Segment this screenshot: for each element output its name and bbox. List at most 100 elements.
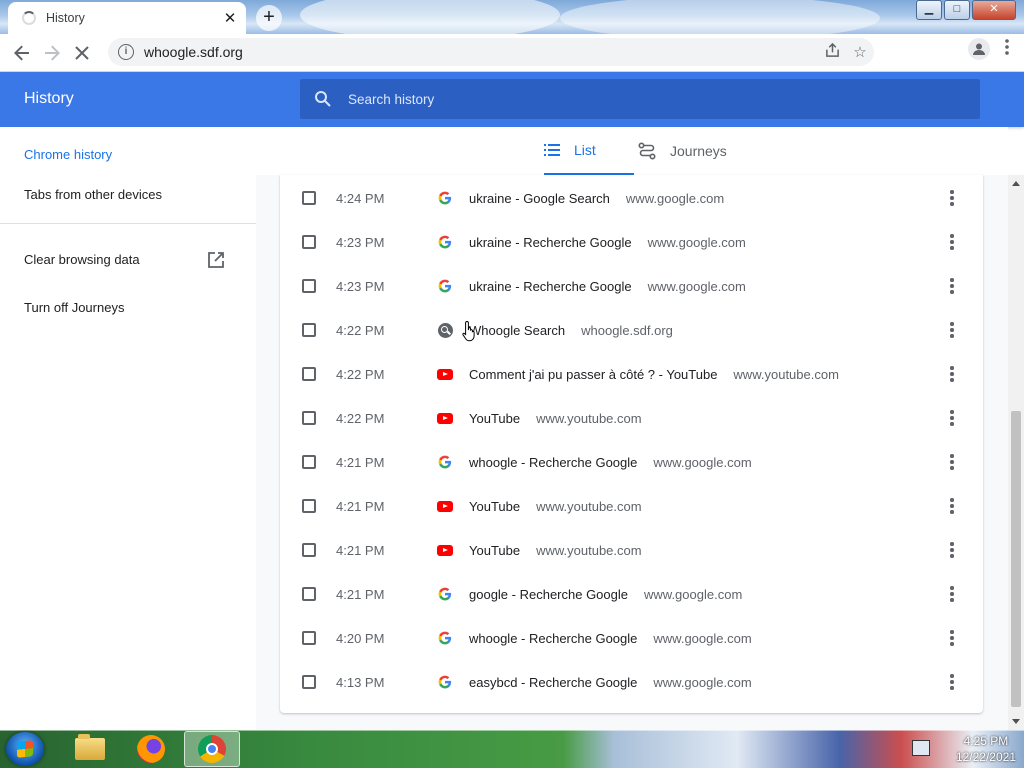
history-link[interactable]: whoogle - Recherche Google www.google.com <box>469 455 752 470</box>
tab-close-icon[interactable]: ✕ <box>220 9 240 27</box>
forward-button[interactable] <box>37 38 67 68</box>
history-row[interactable]: 4:21 PM whoogle - Recherche Google www.goo… <box>280 440 983 484</box>
visit-time: 4:22 PM <box>336 410 385 426</box>
url-text[interactable]: whoogle.sdf.org <box>144 44 818 60</box>
browser-tab[interactable]: History ✕ <box>8 2 246 34</box>
chrome-menu-button[interactable] <box>1000 38 1014 60</box>
scroll-down-icon[interactable] <box>1012 719 1020 724</box>
more-actions-icon[interactable] <box>944 450 960 474</box>
list-icon <box>544 144 560 156</box>
row-checkbox[interactable] <box>302 279 316 293</box>
history-link[interactable]: easybcd - Recherche Google www.google.com <box>469 675 752 690</box>
more-actions-icon[interactable] <box>944 274 960 298</box>
more-actions-icon[interactable] <box>944 670 960 694</box>
start-button[interactable] <box>6 732 44 766</box>
row-checkbox[interactable] <box>302 631 316 645</box>
history-row[interactable]: 4:23 PM ukraine - Recherche Google www.goo… <box>280 220 983 264</box>
page-title-text[interactable]: Whoogle Search <box>469 323 565 338</box>
history-row[interactable]: 4:22 PM YouTube www.youtube.com <box>280 396 983 440</box>
taskbar-explorer[interactable] <box>62 731 118 767</box>
history-link[interactable]: YouTube www.youtube.com <box>469 499 642 514</box>
history-row[interactable]: 4:21 PM YouTube www.youtube.com <box>280 528 983 572</box>
history-row[interactable]: 4:21 PM google - Recherche Google www.goog… <box>280 572 983 616</box>
row-checkbox[interactable] <box>302 367 316 381</box>
row-checkbox[interactable] <box>302 543 316 557</box>
history-link[interactable]: Whoogle Search whoogle.sdf.org <box>469 323 673 338</box>
visit-time: 4:23 PM <box>336 234 385 250</box>
sidebar-item-clear-browsing-data[interactable]: Clear browsing data <box>24 252 140 267</box>
history-row[interactable]: 4:21 PM YouTube www.youtube.com <box>280 484 983 528</box>
address-bar[interactable]: i whoogle.sdf.org ☆ <box>108 38 874 66</box>
clock[interactable]: 4:25 PM 12/22/2021 <box>956 733 1016 765</box>
taskbar-firefox[interactable] <box>123 731 179 767</box>
history-row[interactable]: 4:23 PM ukraine - Recherche Google www.goo… <box>280 264 983 308</box>
history-row[interactable]: 4:22 PM Whoogle Search whoogle.sdf.org <box>280 308 983 352</box>
site-info-icon[interactable]: i <box>118 44 134 60</box>
page-title-text[interactable]: google - Recherche Google <box>469 587 628 602</box>
page-title-text[interactable]: YouTube <box>469 499 520 514</box>
row-checkbox[interactable] <box>302 323 316 337</box>
history-link[interactable]: YouTube www.youtube.com <box>469 411 642 426</box>
sidebar-item-chrome-history[interactable]: Chrome history <box>24 147 112 162</box>
row-checkbox[interactable] <box>302 191 316 205</box>
stop-button[interactable] <box>67 38 97 68</box>
history-link[interactable]: google - Recherche Google www.google.com <box>469 587 742 602</box>
more-actions-icon[interactable] <box>944 626 960 650</box>
more-actions-icon[interactable] <box>944 362 960 386</box>
more-actions-icon[interactable] <box>944 230 960 254</box>
sidebar-item-turn-off-journeys[interactable]: Turn off Journeys <box>24 300 124 315</box>
search-history-bar[interactable] <box>300 79 980 119</box>
page-title-text[interactable]: Comment j'ai pu passer à côté ? - YouTub… <box>469 367 717 382</box>
history-link[interactable]: Comment j'ai pu passer à côté ? - YouTub… <box>469 367 839 382</box>
taskbar-chrome[interactable] <box>184 731 240 767</box>
profile-button[interactable] <box>968 38 990 60</box>
page-title-text[interactable]: YouTube <box>469 411 520 426</box>
sidebar-item-tabs-from-other-devices[interactable]: Tabs from other devices <box>24 187 162 202</box>
page-scrollbar[interactable] <box>1008 175 1024 730</box>
tab-journeys[interactable]: Journeys <box>638 127 727 175</box>
history-row[interactable]: 4:20 PM whoogle - Recherche Google www.goo… <box>280 616 983 660</box>
history-link[interactable]: ukraine - Recherche Google www.google.com <box>469 279 746 294</box>
more-actions-icon[interactable] <box>944 582 960 606</box>
minimize-button[interactable]: ▁ <box>916 0 942 20</box>
open-in-new-icon[interactable] <box>207 251 225 269</box>
row-checkbox[interactable] <box>302 455 316 469</box>
more-actions-icon[interactable] <box>944 538 960 562</box>
tab-list[interactable]: List <box>544 127 634 175</box>
history-row[interactable]: 4:22 PM Comment j'ai pu passer à côté ? -… <box>280 352 983 396</box>
row-checkbox[interactable] <box>302 411 316 425</box>
page-title-text[interactable]: ukraine - Google Search <box>469 191 610 206</box>
history-link[interactable]: whoogle - Recherche Google www.google.com <box>469 631 752 646</box>
page-title-text[interactable]: easybcd - Recherche Google <box>469 675 637 690</box>
row-checkbox[interactable] <box>302 235 316 249</box>
scrollbar-thumb[interactable] <box>1011 411 1021 707</box>
network-icon[interactable] <box>912 740 930 756</box>
more-actions-icon[interactable] <box>944 318 960 342</box>
clock-date: 12/22/2021 <box>955 750 1016 764</box>
maximize-button[interactable]: □ <box>944 0 970 20</box>
row-checkbox[interactable] <box>302 587 316 601</box>
page-title-text[interactable]: ukraine - Recherche Google <box>469 279 632 294</box>
history-link[interactable]: ukraine - Google Search www.google.com <box>469 191 724 206</box>
more-actions-icon[interactable] <box>944 186 960 210</box>
more-actions-icon[interactable] <box>944 406 960 430</box>
more-actions-icon[interactable] <box>944 494 960 518</box>
history-link[interactable]: YouTube www.youtube.com <box>469 543 642 558</box>
row-checkbox[interactable] <box>302 499 316 513</box>
back-button[interactable] <box>7 38 37 68</box>
new-tab-button[interactable]: + <box>256 5 282 31</box>
google-favicon-icon <box>437 454 453 470</box>
page-title-text[interactable]: ukraine - Recherche Google <box>469 235 632 250</box>
star-icon[interactable]: ☆ <box>846 43 874 61</box>
search-history-input[interactable] <box>346 90 980 108</box>
history-row[interactable]: 4:13 PM easybcd - Recherche Google www.goo… <box>280 660 983 704</box>
row-checkbox[interactable] <box>302 675 316 689</box>
page-title-text[interactable]: whoogle - Recherche Google <box>469 455 637 470</box>
history-link[interactable]: ukraine - Recherche Google www.google.com <box>469 235 746 250</box>
scroll-up-icon[interactable] <box>1012 181 1020 186</box>
page-title-text[interactable]: whoogle - Recherche Google <box>469 631 637 646</box>
page-title-text[interactable]: YouTube <box>469 543 520 558</box>
close-window-button[interactable]: ✕ <box>972 0 1016 20</box>
history-row[interactable]: 4:24 PM ukraine - Google Search www.google… <box>280 176 983 220</box>
share-icon[interactable] <box>818 42 846 62</box>
